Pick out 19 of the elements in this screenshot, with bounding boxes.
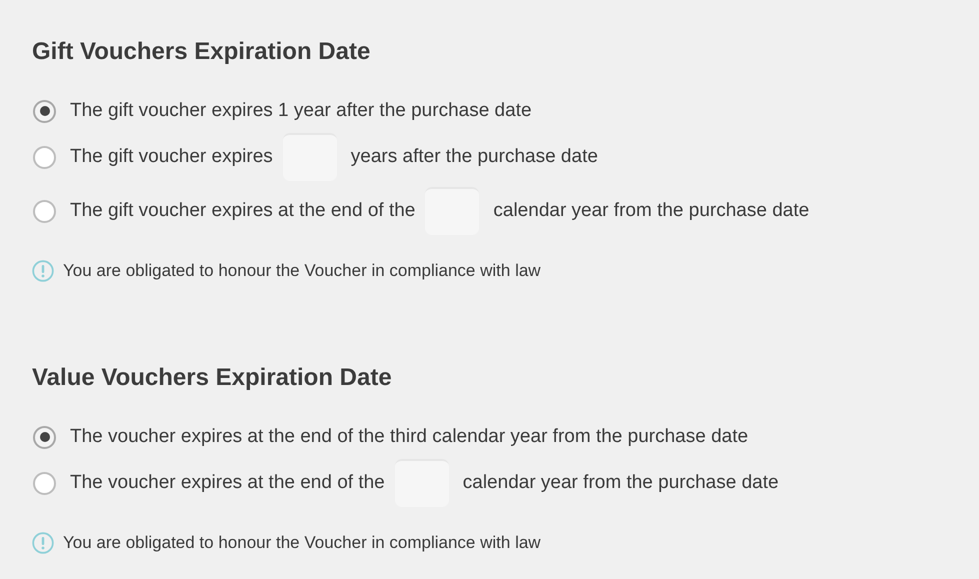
radio-button[interactable] — [33, 472, 56, 494]
notice-text: You are obligated to honour the Voucher in compliance with law — [63, 261, 541, 281]
option-label: calendar year from the purchase date — [493, 200, 810, 222]
section-title: Gift Vouchers Expiration Date — [32, 37, 372, 67]
radio-button[interactable] — [33, 426, 56, 448]
option-label: The gift voucher expires at the end of the — [70, 200, 416, 222]
option-label: The voucher expires at the end of the third calendar year from the purchase date — [70, 426, 748, 448]
radio-button[interactable] — [33, 200, 56, 222]
option-label: The gift voucher expires — [70, 146, 273, 168]
info-icon — [32, 532, 54, 554]
notice-text: You are obligated to honour the Voucher in compliance with law — [63, 533, 541, 553]
radio-button[interactable] — [33, 100, 56, 122]
option-label: The gift voucher expires 1 year after the purchase date — [70, 100, 532, 122]
option-label: calendar year from the purchase date — [462, 472, 779, 494]
section-title: Value Vouchers Expiration Date — [32, 363, 393, 393]
radio-button[interactable] — [33, 146, 56, 168]
info-icon — [32, 260, 54, 282]
option-label: years after the purchase date — [350, 146, 598, 168]
option-label: The voucher expires at the end of the — [70, 472, 385, 494]
